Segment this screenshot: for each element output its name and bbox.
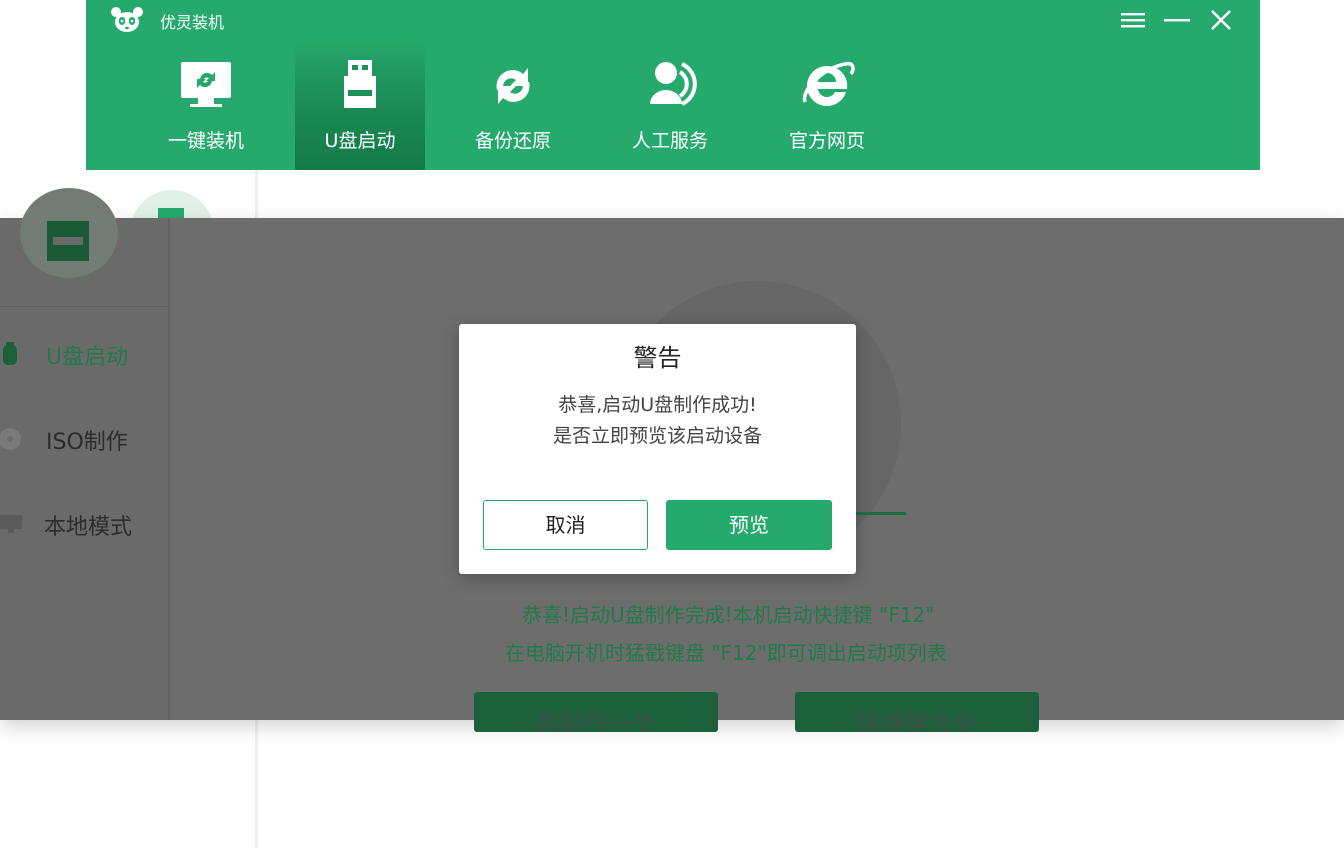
nav-label: 人工服务: [631, 130, 708, 152]
window-controls: [1118, 4, 1236, 36]
monitor-icon: [0, 515, 22, 533]
backup-restore-icon: [496, 68, 530, 104]
sidebar-item-usb-boot[interactable]: U盘启动: [0, 332, 170, 372]
top-nav: 一键装机 U盘启动 备份还原 人工服务 官方网页: [86, 40, 1260, 170]
success-message-line1: 恭喜!启动U盘制作完成!本机启动快捷键 "F12": [522, 603, 935, 627]
nav-label: 备份还原: [474, 130, 551, 152]
cancel-button[interactable]: 取消: [483, 500, 648, 550]
app-header: 优灵装机 一键装机 U盘启动 备份还原 人工服务 官方网页: [86, 0, 1260, 170]
nav-label: 一键装机: [167, 130, 244, 152]
make-another-button[interactable]: 再制作一个: [474, 692, 718, 732]
success-message-line2: 在电脑开机时猛戳键盘 "F12"即可调出启动项列表: [505, 641, 947, 665]
usb-logo-icon: [20, 188, 118, 278]
nav-item-official-site[interactable]: 官方网页: [762, 40, 892, 170]
customer-service-icon: [650, 62, 697, 106]
sidebar-item-label: 本地模式: [44, 515, 133, 540]
nav-item-usb-boot[interactable]: U盘启动: [295, 40, 425, 170]
disc-icon: [0, 428, 21, 450]
sidebar-item-iso[interactable]: ISO制作: [0, 417, 170, 457]
usb-drive-icon: [344, 60, 376, 108]
app-title: 优灵装机: [160, 13, 225, 32]
screen: 优灵装机 一键装机 U盘启动 备份还原 人工服务 官方网页 U盘启动 ISO制作…: [0, 0, 1344, 848]
dialog-message-line1: 恭喜,启动U盘制作成功!: [558, 394, 757, 416]
app-logo-icon: [111, 7, 143, 32]
menu-icon[interactable]: [1118, 4, 1148, 36]
close-icon[interactable]: [1206, 4, 1236, 36]
monitor-refresh-icon: [181, 62, 231, 107]
preview-button[interactable]: 预览: [666, 500, 832, 550]
sidebar-item-local-mode[interactable]: 本地模式: [0, 502, 170, 542]
minimize-icon[interactable]: [1162, 4, 1192, 36]
dialog-title: 警告: [633, 344, 682, 372]
sidebar-item-label: U盘启动: [46, 345, 129, 370]
shortcut-keys-button[interactable]: 快捷键大全: [795, 692, 1039, 732]
nav-item-customer-service[interactable]: 人工服务: [605, 40, 735, 170]
sidebar-separator: [0, 306, 170, 307]
warning-dialog: 警告 恭喜,启动U盘制作成功! 是否立即预览该启动设备 取消 预览: [459, 324, 856, 574]
nav-label: U盘启动: [324, 130, 396, 152]
nav-item-one-click-install[interactable]: 一键装机: [141, 40, 271, 170]
ie-browser-icon: [802, 61, 855, 106]
nav-item-backup-restore[interactable]: 备份还原: [448, 40, 578, 170]
nav-label: 官方网页: [788, 130, 865, 152]
usb-icon: [3, 342, 17, 365]
dialog-message-line2: 是否立即预览该启动设备: [552, 425, 762, 447]
sidebar-item-label: ISO制作: [46, 430, 128, 455]
